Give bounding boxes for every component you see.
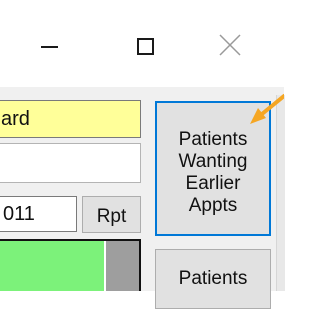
maximize-button[interactable] [118, 22, 173, 72]
patients-wanting-earlier-appts-button[interactable]: Patients Wanting Earlier Appts [155, 101, 271, 236]
patients-button[interactable]: Patients [155, 249, 271, 309]
appointment-grid[interactable] [0, 239, 141, 291]
earlier-appts-button-label: Patients Wanting Earlier Appts [178, 128, 248, 216]
close-button[interactable] [203, 22, 258, 72]
minimize-button[interactable] [22, 22, 77, 72]
close-icon [219, 34, 241, 56]
patients-button-label: Patients [178, 268, 248, 289]
minimize-icon [41, 46, 58, 48]
empty-text-field[interactable] [0, 143, 141, 183]
maximize-icon [137, 38, 154, 55]
title-bar [0, 0, 284, 87]
grid-scrollbar[interactable] [106, 241, 139, 291]
rpt-button[interactable]: Rpt [82, 196, 141, 233]
grid-cell[interactable] [0, 241, 104, 291]
patient-name-field[interactable]: ard [0, 100, 141, 138]
rpt-button-label: Rpt [96, 205, 127, 227]
date-field[interactable]: 011 [0, 196, 77, 232]
window-edge [276, 95, 285, 291]
